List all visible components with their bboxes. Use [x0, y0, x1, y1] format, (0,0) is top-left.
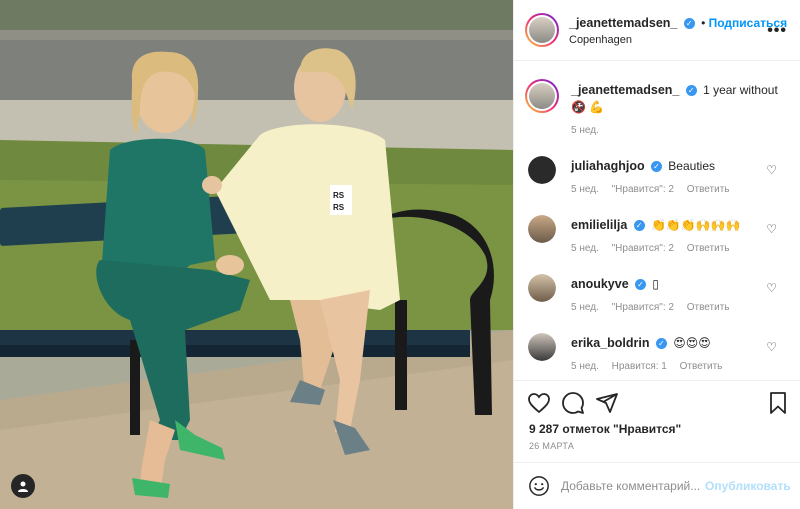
comment-time[interactable]: 5 нед. [571, 184, 599, 195]
photo-illustration: RS RS [0, 0, 513, 509]
verified-icon: ✓ [633, 220, 645, 232]
reply-button[interactable]: Ответить [687, 243, 730, 254]
likes-count[interactable]: 9 287 отметок "Нравится" [529, 422, 681, 436]
caption: _jeanettemadsen_ ✓ 1 year without 🚱 💪 5 … [514, 76, 800, 146]
caption-emoji: 🚱 💪 [571, 100, 605, 114]
author-avatar[interactable] [525, 13, 559, 47]
comment-username[interactable]: emilielilja [571, 218, 627, 232]
verified-icon: ✓ [635, 279, 647, 291]
user-icon [18, 481, 28, 492]
bookmark-icon[interactable] [766, 391, 790, 415]
verified-icon: ✓ [655, 338, 667, 350]
caption-text: 1 year without [703, 83, 778, 97]
post-photo[interactable]: RS RS [0, 0, 513, 509]
comment-time[interactable]: 5 нед. [571, 361, 599, 372]
comment-likes[interactable]: "Нравится": 2 [612, 243, 674, 254]
reply-button[interactable]: Ответить [687, 184, 730, 195]
comment-item: emilielilja ✓ 👏👏👏🙌🙌🙌 5 нед. "Нравится": … [514, 215, 800, 265]
commenter-avatar[interactable] [528, 333, 556, 361]
caption-username[interactable]: _jeanettemadsen_ [571, 83, 679, 97]
post-header: _jeanettemadsen_ ✓ • Подписаться Copenha… [514, 0, 800, 61]
commenter-avatar[interactable] [528, 156, 556, 184]
comment-text: ▯ [652, 277, 659, 291]
post-date[interactable]: 26 МАРТА [529, 441, 574, 451]
comment-username[interactable]: juliahaghjoo [571, 159, 645, 173]
comment-username[interactable]: anoukyve [571, 277, 629, 291]
comment-input[interactable] [561, 479, 701, 493]
comment-username[interactable]: erika_boldrin [571, 336, 650, 350]
comment-like-icon[interactable]: ♡ [766, 340, 777, 354]
share-icon[interactable] [595, 391, 619, 415]
svg-text:RS: RS [333, 191, 345, 200]
comment-text: 😍😍😍 [673, 336, 711, 350]
comment-item: juliahaghjoo ✓ Beauties 5 нед. "Нравится… [514, 156, 800, 206]
post-comment-button[interactable]: Опубликовать [705, 479, 791, 493]
more-options-icon[interactable]: ••• [767, 22, 787, 40]
caption-time[interactable]: 5 нед. [571, 125, 599, 136]
post-location[interactable]: Copenhagen [569, 34, 632, 46]
comment-likes[interactable]: "Нравится": 2 [612, 184, 674, 195]
comment-item: anoukyve ✓ ▯ 5 нед. "Нравится": 2 Ответи… [514, 274, 800, 324]
post-sidebar: _jeanettemadsen_ ✓ • Подписаться Copenha… [513, 0, 800, 509]
svg-text:RS: RS [333, 203, 345, 212]
verified-icon: ✓ [650, 161, 662, 173]
comment-time[interactable]: 5 нед. [571, 302, 599, 313]
comment-like-icon[interactable]: ♡ [766, 163, 777, 177]
verified-icon: ✓ [685, 85, 697, 97]
comment-text: Beauties [668, 159, 715, 173]
comment-text: 👏👏👏🙌🙌🙌 [650, 218, 741, 232]
comments-list[interactable]: _jeanettemadsen_ ✓ 1 year without 🚱 💪 5 … [514, 62, 800, 380]
verified-icon: ✓ [683, 18, 695, 30]
emoji-icon[interactable] [528, 475, 550, 497]
comment-item: erika_boldrin ✓ 😍😍😍 5 нед. Нравится: 1 О… [514, 333, 800, 380]
add-comment-bar: Опубликовать [514, 462, 800, 509]
comment-like-icon[interactable]: ♡ [766, 222, 777, 236]
heart-icon[interactable] [527, 391, 551, 415]
comment-icon[interactable] [561, 391, 585, 415]
comment-likes[interactable]: Нравится: 1 [612, 361, 667, 372]
commenter-avatar[interactable] [528, 274, 556, 302]
reply-button[interactable]: Ответить [687, 302, 730, 313]
author-avatar[interactable] [525, 79, 559, 113]
comment-like-icon[interactable]: ♡ [766, 281, 777, 295]
post-actions: 9 287 отметок "Нравится" 26 МАРТА [514, 380, 800, 456]
comment-time[interactable]: 5 нед. [571, 243, 599, 254]
tagged-users-button[interactable] [11, 474, 35, 498]
dot-separator: • [701, 16, 706, 30]
reply-button[interactable]: Ответить [680, 361, 723, 372]
commenter-avatar[interactable] [528, 215, 556, 243]
author-username[interactable]: _jeanettemadsen_ [569, 16, 677, 30]
comment-likes[interactable]: "Нравится": 2 [612, 302, 674, 313]
